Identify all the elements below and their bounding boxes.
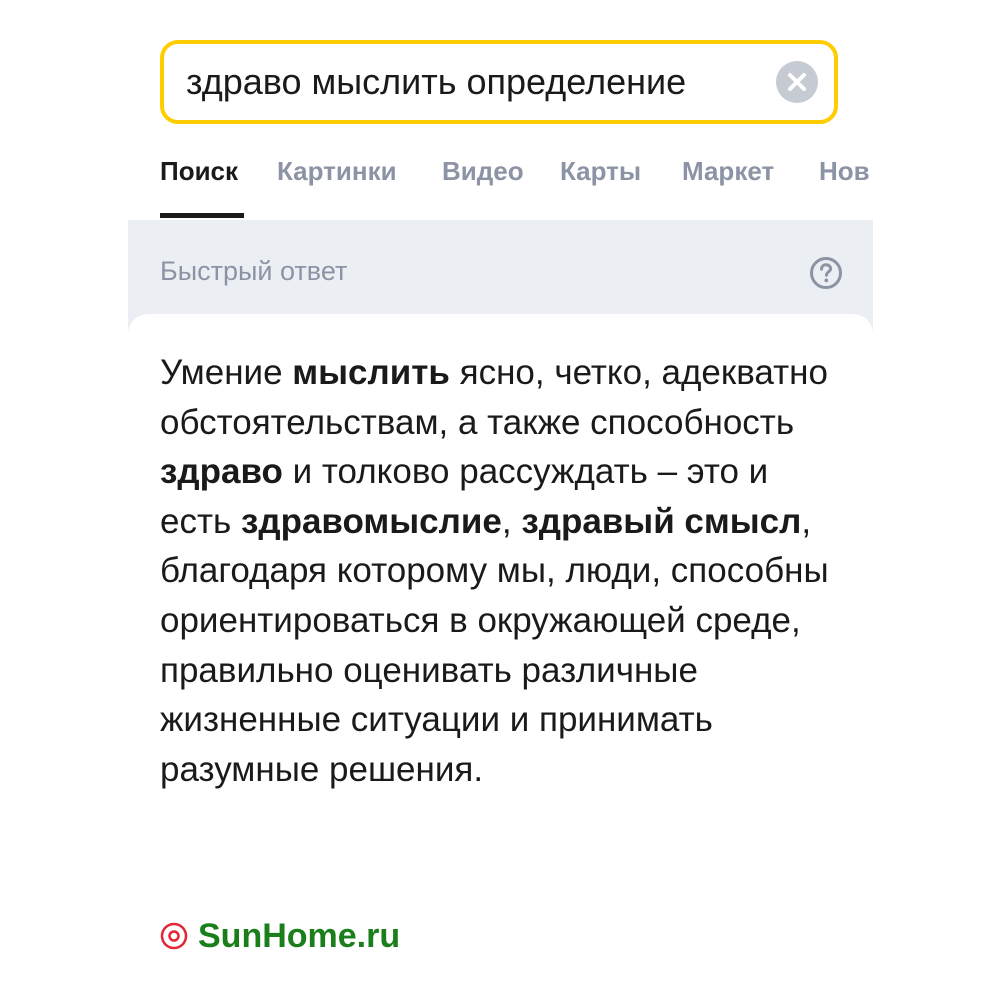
- highlighted-term: здравомыслие: [240, 501, 502, 541]
- highlighted-term: здравый смысл: [521, 501, 802, 541]
- quick-answer-title: Быстрый ответ: [160, 256, 348, 286]
- answer-segment: , благодаря которому мы, люди, способны …: [160, 501, 829, 789]
- highlighted-term: здраво: [160, 452, 283, 492]
- tab-maps[interactable]: Карты: [560, 156, 641, 187]
- search-results-page: Поиск Картинки Видео Карты Маркет Нов Бы…: [0, 0, 1000, 1000]
- help-icon[interactable]: [809, 256, 843, 290]
- sunhome-logo-icon: [160, 922, 188, 950]
- search-input[interactable]: [186, 44, 746, 120]
- clear-search-button[interactable]: [776, 61, 818, 103]
- tab-video[interactable]: Видео: [442, 156, 524, 187]
- tab-images[interactable]: Картинки: [277, 156, 397, 187]
- results-column: Поиск Картинки Видео Карты Маркет Нов Бы…: [128, 0, 873, 1000]
- tab-search[interactable]: Поиск: [160, 156, 238, 187]
- answer-segment: Умение: [160, 353, 293, 392]
- answer-segment: ,: [501, 501, 522, 541]
- search-box[interactable]: [160, 40, 838, 124]
- close-icon: [788, 73, 806, 91]
- quick-answer-text: Умение мыслить ясно, четко, адекватно об…: [160, 348, 830, 794]
- active-tab-indicator: [160, 213, 244, 218]
- tab-market[interactable]: Маркет: [682, 156, 774, 187]
- tab-news[interactable]: Нов: [819, 156, 870, 187]
- search-tabs: Поиск Картинки Видео Карты Маркет Нов: [160, 150, 873, 220]
- highlighted-term: мыслить: [292, 353, 450, 392]
- source-link[interactable]: SunHome.ru: [160, 914, 400, 958]
- quick-answer-card: Умение мыслить ясно, четко, адекватно об…: [128, 314, 873, 1000]
- source-name: SunHome.ru: [198, 916, 401, 955]
